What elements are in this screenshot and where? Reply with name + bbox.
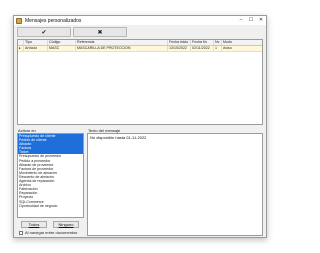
column-header-nv[interactable]: Nv <box>214 40 222 45</box>
column-header-codigo[interactable]: Código <box>48 40 76 45</box>
todos-button-label: Todos <box>28 222 40 227</box>
x-icon: ✖ <box>97 29 103 36</box>
cell-referencia[interactable]: MASCARILLA DE PROTECCION <box>76 46 168 51</box>
list-item[interactable]: Oportunidad de negocio <box>18 204 83 208</box>
column-header-tipo[interactable]: Tipo <box>24 40 48 45</box>
cancel-button[interactable]: ✖ <box>73 27 127 37</box>
app-icon <box>16 17 22 24</box>
navegar-checkbox[interactable] <box>19 230 23 235</box>
ninguno-button-label: Ninguno <box>58 222 74 227</box>
activar-en-list[interactable]: Presupuesto de cliente Pedido de cliente A… <box>17 133 84 218</box>
table-row[interactable]: ▸ Artículo MASC MASCARILLA DE PROTECCION… <box>18 46 262 52</box>
column-header-modo[interactable]: Modo <box>222 40 262 45</box>
messages-grid: Tipo Código Referencia Fecha inicio Fech… <box>17 39 263 125</box>
message-textarea[interactable]: No disponible hasta 01-11-2022 <box>87 133 263 236</box>
cell-modo[interactable]: Aviso <box>222 46 262 51</box>
cell-codigo[interactable]: MASC <box>48 46 76 51</box>
window-title: Mensajes personalizados <box>25 17 82 24</box>
minimize-button[interactable]: – <box>238 17 244 24</box>
ninguno-button[interactable]: Ninguno <box>53 221 79 228</box>
accept-button[interactable]: ✔ <box>17 27 71 37</box>
cell-tipo[interactable]: Artículo <box>24 46 48 51</box>
toolbar: ✔ ✖ <box>17 27 263 37</box>
navegar-checkbox-row[interactable]: Al navegar entre documentos <box>19 230 77 235</box>
message-text: No disponible hasta 01-11-2022 <box>90 135 147 140</box>
navegar-checkbox-label: Al navegar entre documentos <box>25 230 78 235</box>
check-icon: ✔ <box>41 29 47 36</box>
column-header-fecha-inicio[interactable]: Fecha inicio <box>168 40 191 45</box>
cell-fecha-inicio[interactable]: 13/10/2022 <box>168 46 191 51</box>
cell-nv[interactable]: 1 <box>214 46 222 51</box>
dialog-window: Mensajes personalizados – ☐ ✕ ✔ ✖ Tipo C… <box>13 15 267 238</box>
column-header-fecha-fin[interactable]: Fecha fin <box>191 40 214 45</box>
column-header-referencia[interactable]: Referencia <box>76 40 168 45</box>
todos-button[interactable]: Todos <box>21 221 47 228</box>
cell-fecha-fin[interactable]: 02/11/2022 <box>191 46 214 51</box>
close-button[interactable]: ✕ <box>258 17 264 24</box>
maximize-button[interactable]: ☐ <box>248 17 254 24</box>
title-bar: Mensajes personalizados – ☐ ✕ <box>14 16 266 25</box>
